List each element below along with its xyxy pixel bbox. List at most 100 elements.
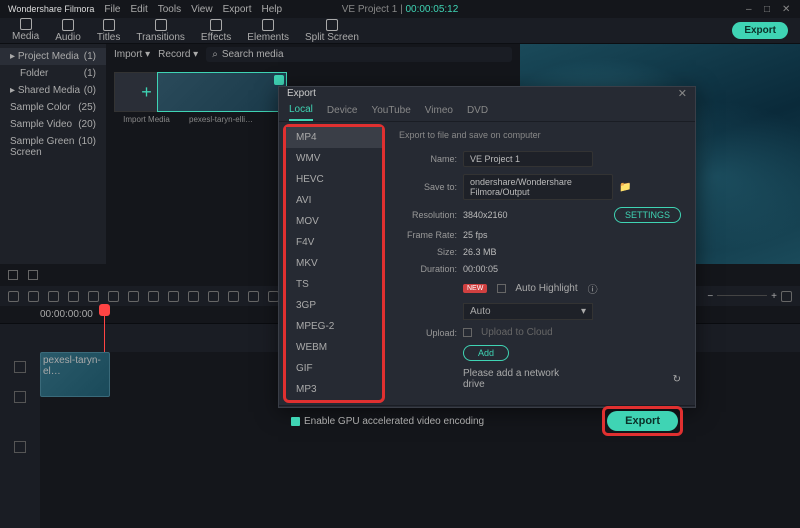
close-icon[interactable]: ✕ bbox=[678, 87, 687, 100]
info-icon[interactable]: ⓘ bbox=[588, 281, 598, 296]
check-icon bbox=[274, 75, 284, 85]
zoom-out-icon[interactable]: − bbox=[707, 291, 713, 302]
export-final-highlight: Export bbox=[602, 406, 683, 436]
color-icon[interactable] bbox=[128, 291, 139, 302]
close-icon[interactable]: ✕ bbox=[782, 4, 792, 14]
media-toolbar: Import ▾ Record ▾ ⌕Search media bbox=[106, 44, 520, 64]
tab-media[interactable]: Media bbox=[6, 16, 45, 46]
export-button[interactable]: Export bbox=[732, 22, 788, 39]
format-webm[interactable]: WEBM bbox=[286, 337, 382, 358]
resolution-value: 3840x2160 bbox=[463, 210, 508, 220]
format-mp3[interactable]: MP3 bbox=[286, 379, 382, 400]
zoom-control[interactable]: − + bbox=[707, 291, 792, 302]
folder-icon[interactable]: 📁 bbox=[619, 182, 631, 193]
format-mpeg2[interactable]: MPEG-2 bbox=[286, 316, 382, 337]
highlight-checkbox[interactable] bbox=[497, 284, 506, 293]
track-video-icon[interactable] bbox=[0, 382, 40, 412]
sidebar-item-shared[interactable]: ▸ Shared Media(0) bbox=[0, 82, 106, 99]
chevron-down-icon: ▾ bbox=[581, 306, 586, 317]
export-settings: Export to file and save on computer Name… bbox=[385, 122, 695, 405]
format-mkv[interactable]: MKV bbox=[286, 253, 382, 274]
format-gif[interactable]: GIF bbox=[286, 358, 382, 379]
titlebar: Wondershare Filmora File Edit Tools View… bbox=[0, 0, 800, 18]
format-mp4[interactable]: MP4 bbox=[286, 127, 382, 148]
thumb-clip[interactable]: pexesl-taryn-elliott-5548… bbox=[189, 72, 254, 124]
sidebar-item-project-media[interactable]: ▸ Project Media(1) bbox=[0, 48, 106, 65]
refresh-icon[interactable]: ↻ bbox=[673, 374, 681, 385]
delete-icon[interactable] bbox=[48, 291, 59, 302]
menu-view[interactable]: View bbox=[191, 4, 213, 15]
menu-export[interactable]: Export bbox=[223, 4, 252, 15]
format-mov[interactable]: MOV bbox=[286, 211, 382, 232]
highlight-select[interactable]: Auto▾ bbox=[463, 303, 593, 320]
track-lock-icon[interactable] bbox=[0, 352, 40, 382]
tab-device[interactable]: Device bbox=[327, 101, 358, 120]
export-final-button[interactable]: Export bbox=[607, 411, 678, 431]
tab-local[interactable]: Local bbox=[289, 100, 313, 121]
settings-button[interactable]: SETTINGS bbox=[614, 207, 681, 223]
format-wmv[interactable]: WMV bbox=[286, 148, 382, 169]
export-dialog: Export ✕ Local Device YouTube Vimeo DVD … bbox=[278, 86, 696, 408]
tab-titles[interactable]: Titles bbox=[91, 17, 127, 45]
sidebar-item-green-screen[interactable]: Sample Green Screen(10) bbox=[0, 133, 106, 161]
tab-transitions[interactable]: Transitions bbox=[130, 17, 191, 45]
marker-icon[interactable] bbox=[208, 291, 219, 302]
tab-youtube[interactable]: YouTube bbox=[371, 101, 410, 120]
redo-icon[interactable] bbox=[28, 291, 39, 302]
format-avi[interactable]: AVI bbox=[286, 190, 382, 211]
zoom-in-icon[interactable]: + bbox=[771, 291, 777, 302]
search-input[interactable]: ⌕Search media bbox=[206, 47, 512, 62]
tab-audio[interactable]: Audio bbox=[49, 17, 87, 45]
menu-bar: File Edit Tools View Export Help bbox=[104, 4, 282, 15]
gpu-checkbox[interactable] bbox=[291, 417, 300, 426]
menu-edit[interactable]: Edit bbox=[131, 4, 148, 15]
maximize-icon[interactable]: □ bbox=[764, 4, 774, 14]
format-ts[interactable]: TS bbox=[286, 274, 382, 295]
zoom-slider[interactable] bbox=[717, 295, 767, 297]
elements-icon bbox=[262, 19, 274, 31]
split-icon bbox=[326, 19, 338, 31]
tab-vimeo[interactable]: Vimeo bbox=[425, 101, 453, 120]
greenscreen-icon[interactable] bbox=[148, 291, 159, 302]
menu-help[interactable]: Help bbox=[262, 4, 283, 15]
sidebar-item-sample-video[interactable]: Sample Video(20) bbox=[0, 116, 106, 133]
format-3gp[interactable]: 3GP bbox=[286, 295, 382, 316]
export-tabs: Local Device YouTube Vimeo DVD bbox=[279, 100, 695, 122]
gpu-option[interactable]: Enable GPU accelerated video encoding bbox=[291, 416, 484, 427]
tool-icon[interactable] bbox=[248, 291, 259, 302]
tool-icon[interactable] bbox=[228, 291, 239, 302]
video-clip[interactable]: pexesl-taryn-el… bbox=[40, 352, 110, 397]
audio-icon[interactable] bbox=[188, 291, 199, 302]
framerate-value: 25 fps bbox=[463, 230, 488, 240]
format-f4v[interactable]: F4V bbox=[286, 232, 382, 253]
effects-icon bbox=[210, 19, 222, 31]
transitions-icon bbox=[155, 19, 167, 31]
name-input[interactable]: VE Project 1 bbox=[463, 151, 593, 167]
tab-dvd[interactable]: DVD bbox=[467, 101, 488, 120]
panel-icon[interactable] bbox=[28, 270, 38, 280]
menu-file[interactable]: File bbox=[104, 4, 120, 15]
minimize-icon[interactable]: – bbox=[746, 4, 756, 14]
split-icon[interactable] bbox=[68, 291, 79, 302]
tab-effects[interactable]: Effects bbox=[195, 17, 237, 45]
format-list: MP4 WMV HEVC AVI MOV F4V MKV TS 3GP MPEG… bbox=[283, 124, 385, 403]
panel-icon[interactable] bbox=[8, 270, 18, 280]
fit-icon[interactable] bbox=[781, 291, 792, 302]
export-description: Export to file and save on computer bbox=[399, 130, 681, 140]
format-hevc[interactable]: HEVC bbox=[286, 169, 382, 190]
track-audio-icon[interactable] bbox=[0, 432, 40, 462]
undo-icon[interactable] bbox=[8, 291, 19, 302]
add-button[interactable]: Add bbox=[463, 345, 509, 361]
record-dropdown[interactable]: Record ▾ bbox=[158, 49, 198, 60]
sidebar-item-folder[interactable]: Folder(1) bbox=[0, 65, 106, 82]
keyframe-icon[interactable] bbox=[168, 291, 179, 302]
menu-tools[interactable]: Tools bbox=[158, 4, 181, 15]
sidebar-item-sample-color[interactable]: Sample Color(25) bbox=[0, 99, 106, 116]
tab-split-screen[interactable]: Split Screen bbox=[299, 17, 365, 45]
speed-icon[interactable] bbox=[108, 291, 119, 302]
upload-checkbox[interactable] bbox=[463, 328, 472, 337]
import-dropdown[interactable]: Import ▾ bbox=[114, 49, 150, 60]
save-path-input[interactable]: ondershare/Wondershare Filmora/Output bbox=[463, 174, 613, 200]
tab-elements[interactable]: Elements bbox=[241, 17, 295, 45]
crop-icon[interactable] bbox=[88, 291, 99, 302]
